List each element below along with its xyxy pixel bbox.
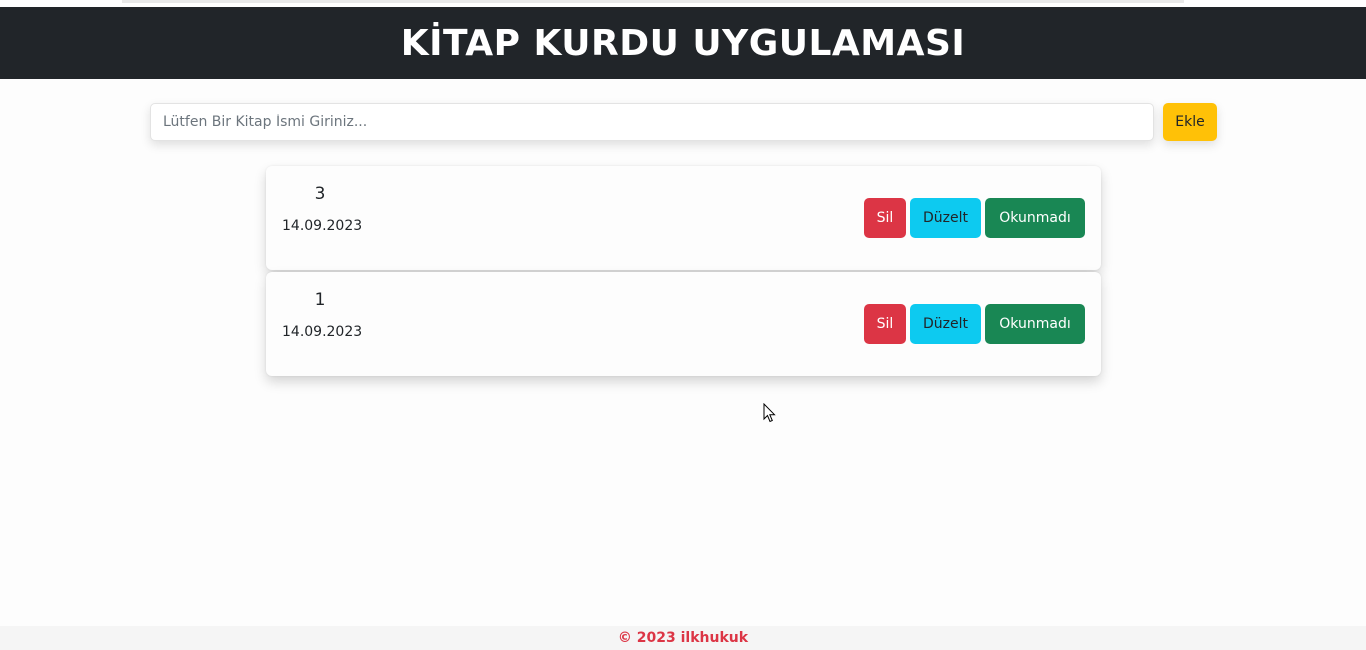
- copyright-text: © 2023 ilkhukuk: [617, 630, 749, 646]
- app-header: KİTAP KURDU UYGULAMASI: [0, 7, 1366, 79]
- top-strip: [0, 0, 1366, 7]
- edit-button[interactable]: Düzelt: [910, 198, 981, 238]
- book-actions: Sil Düzelt Okunmadı: [864, 198, 1085, 238]
- book-title: 3: [314, 184, 326, 204]
- add-button[interactable]: Ekle: [1163, 103, 1217, 141]
- book-card: 1 14.09.2023 Sil Düzelt Okunmadı: [266, 272, 1101, 376]
- book-date: 14.09.2023: [282, 218, 363, 234]
- footer: © 2023 ilkhukuk: [0, 626, 1366, 650]
- edit-button[interactable]: Düzelt: [910, 304, 981, 344]
- book-name-input[interactable]: [150, 103, 1154, 141]
- read-status-button[interactable]: Okunmadı: [985, 304, 1085, 344]
- book-card: 3 14.09.2023 Sil Düzelt Okunmadı: [266, 166, 1101, 270]
- delete-button[interactable]: Sil: [864, 198, 906, 238]
- app-title: KİTAP KURDU UYGULAMASI: [400, 22, 966, 64]
- mouse-cursor-icon: [763, 403, 776, 423]
- book-list: 3 14.09.2023 Sil Düzelt Okunmadı 1 14.09…: [266, 166, 1101, 378]
- book-date: 14.09.2023: [282, 324, 363, 340]
- add-book-form: Ekle: [150, 103, 1217, 141]
- delete-button[interactable]: Sil: [864, 304, 906, 344]
- read-status-button[interactable]: Okunmadı: [985, 198, 1085, 238]
- book-actions: Sil Düzelt Okunmadı: [864, 304, 1085, 344]
- book-title: 1: [314, 290, 326, 310]
